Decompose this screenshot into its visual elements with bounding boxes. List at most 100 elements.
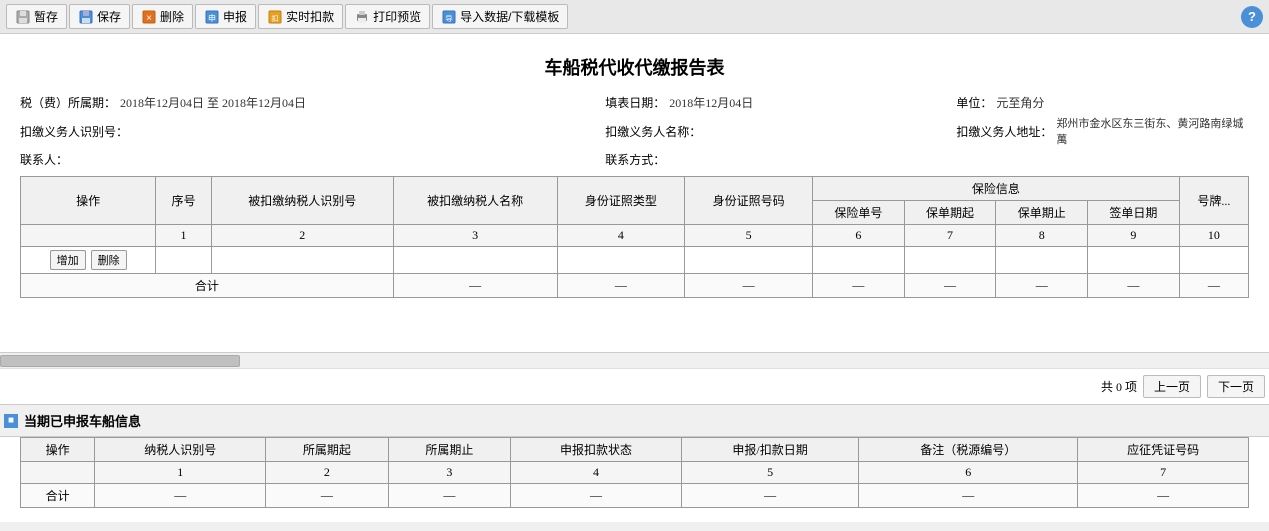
total-val-3: — <box>685 274 813 298</box>
contact-method-label: 联系方式： <box>605 151 665 168</box>
col-header-id-type: 身份证照类型 <box>557 177 685 225</box>
temp-save-icon <box>15 9 31 25</box>
submit-icon: 申 <box>204 9 220 25</box>
help-button[interactable]: ? <box>1241 6 1263 28</box>
s2-total-7: — <box>1078 484 1249 508</box>
s2-col-status: 申报扣款状态 <box>511 438 682 462</box>
delete-row-button[interactable]: 删除 <box>91 250 127 270</box>
realtime-pay-icon: 扣 <box>267 9 283 25</box>
withhold-name-cell: 扣缴义务人名称： <box>605 115 956 147</box>
s2-total-5: — <box>681 484 858 508</box>
info-empty-cell <box>956 151 1249 168</box>
realtime-pay-button[interactable]: 扣 实时扣款 <box>258 4 343 29</box>
s2-col-remark: 备注（税源编号） <box>859 438 1078 462</box>
prev-page-button[interactable]: 上一页 <box>1143 375 1201 398</box>
s2-num-1: 1 <box>95 462 266 484</box>
contact-cell: 联系人： <box>20 151 605 168</box>
col-header-insurance-info: 保险信息 <box>813 177 1180 201</box>
save-label: 保存 <box>97 8 121 25</box>
s2-total-6: — <box>859 484 1078 508</box>
svg-text:×: × <box>146 13 152 24</box>
col-num-6: 6 <box>813 225 905 247</box>
import-icon: 导 <box>441 9 457 25</box>
temp-save-button[interactable]: 暂存 <box>6 4 67 29</box>
unit-cell: 单位： 元至角分 <box>956 94 1249 111</box>
scrollbar-thumb[interactable] <box>0 355 240 367</box>
s2-col-period-end: 所属期止 <box>388 438 511 462</box>
col-header-action: 操作 <box>21 177 156 225</box>
s2-num-2: 2 <box>266 462 389 484</box>
total-count: 共 0 项 <box>1101 378 1137 395</box>
section2-table-wrapper: 操作 纳税人识别号 所属期起 所属期止 申报扣款状态 申报/扣款日期 备注（税源… <box>20 437 1249 512</box>
s2-col-action: 操作 <box>21 438 95 462</box>
address-value: 郑州市金水区东三街东、黄河路南绿城萬 <box>1056 115 1249 147</box>
col-num-1: 1 <box>156 225 212 247</box>
import-label: 导入数据/下载模板 <box>460 8 559 25</box>
col-header-taxpayer-name: 被扣缴纳税人名称 <box>393 177 557 225</box>
main-table-wrapper: 操作 序号 被扣缴纳税人识别号 被扣缴纳税人名称 身份证照类型 身份证照号码 保… <box>20 176 1249 302</box>
section2-header: ■ 当期已申报车船信息 <box>0 404 1269 437</box>
data-cell-empty <box>685 247 813 274</box>
col-num-10: 10 <box>1179 225 1248 247</box>
section2-icon: ■ <box>4 414 18 428</box>
s2-col-taxpayer-id: 纳税人识别号 <box>95 438 266 462</box>
col-num-4: 4 <box>557 225 685 247</box>
info-section: 税（费）所属期： 2018年12月04日 至 2018年12月04日 填表日期：… <box>20 94 1249 168</box>
section2-header-row: 操作 纳税人识别号 所属期起 所属期止 申报扣款状态 申报/扣款日期 备注（税源… <box>21 438 1249 462</box>
data-cell-empty <box>813 247 905 274</box>
total-val-4: — <box>813 274 905 298</box>
section2-title: 当期已申报车船信息 <box>24 411 141 430</box>
col-header-policy-start: 保单期起 <box>904 201 996 225</box>
import-button[interactable]: 导 导入数据/下载模板 <box>432 4 568 29</box>
next-page-button[interactable]: 下一页 <box>1207 375 1265 398</box>
data-cell-empty <box>904 247 996 274</box>
table-col-numbers-row: 1 2 3 4 5 6 7 8 9 10 <box>21 225 1249 247</box>
print-icon <box>354 9 370 25</box>
tax-period-value: 2018年12月04日 至 2018年12月04日 <box>120 94 306 111</box>
section2-total-row: 合计 — — — — — — — <box>21 484 1249 508</box>
address-cell: 扣缴义务人地址： 郑州市金水区东三街东、黄河路南绿城萬 <box>956 115 1249 147</box>
table-header-row-1: 操作 序号 被扣缴纳税人识别号 被扣缴纳税人名称 身份证照类型 身份证照号码 保… <box>21 177 1249 201</box>
s2-total-4: — <box>511 484 682 508</box>
data-cell-empty <box>156 247 212 274</box>
col-header-taxpayer-id: 被扣缴纳税人识别号 <box>211 177 393 225</box>
contact-method-cell: 联系方式： <box>605 151 956 168</box>
data-cell-empty <box>557 247 685 274</box>
withhold-id-cell: 扣缴义务人识别号： <box>20 115 605 147</box>
data-cell-empty <box>1088 247 1180 274</box>
print-button[interactable]: 打印预览 <box>345 4 430 29</box>
info-row-2: 扣缴义务人识别号： 扣缴义务人名称： 扣缴义务人地址： 郑州市金水区东三街东、黄… <box>20 115 1249 147</box>
bottom-section: 操作 纳税人识别号 所属期起 所属期止 申报扣款状态 申报/扣款日期 备注（税源… <box>0 437 1269 522</box>
col-num-action <box>21 225 156 247</box>
horizontal-scrollbar[interactable] <box>0 352 1269 368</box>
fill-date-label: 填表日期： <box>605 94 665 111</box>
data-cell-empty <box>996 247 1088 274</box>
section2-table: 操作 纳税人识别号 所属期起 所属期止 申报扣款状态 申报/扣款日期 备注（税源… <box>20 437 1249 508</box>
pagination-bar: 共 0 项 上一页 下一页 <box>0 368 1269 404</box>
total-val-5: — <box>904 274 996 298</box>
unit-label: 单位： <box>956 94 992 111</box>
data-cell-empty <box>393 247 557 274</box>
action-buttons-cell: 增加 删除 <box>21 247 156 274</box>
s2-col-date: 申报/扣款日期 <box>681 438 858 462</box>
submit-button[interactable]: 申 申报 <box>195 4 256 29</box>
realtime-pay-label: 实时扣款 <box>286 8 334 25</box>
save-icon <box>78 9 94 25</box>
table-action-row: 增加 删除 <box>21 247 1249 274</box>
report-title: 车船税代收代缴报告表 <box>20 54 1249 80</box>
svg-text:扣: 扣 <box>272 14 279 23</box>
table-total-row: 合计 — — — — — — — — <box>21 274 1249 298</box>
s2-num-4: 4 <box>511 462 682 484</box>
col-num-2: 2 <box>211 225 393 247</box>
add-row-button[interactable]: 增加 <box>50 250 86 270</box>
col-num-5: 5 <box>685 225 813 247</box>
info-row-3: 联系人： 联系方式： <box>20 151 1249 168</box>
s2-total-label: 合计 <box>21 484 95 508</box>
svg-text:导: 导 <box>446 15 453 23</box>
s2-total-2: — <box>266 484 389 508</box>
empty-space <box>20 302 1249 342</box>
s2-total-1: — <box>95 484 266 508</box>
delete-button[interactable]: × 删除 <box>132 4 193 29</box>
save-button[interactable]: 保存 <box>69 4 130 29</box>
fill-date-value: 2018年12月04日 <box>669 94 753 111</box>
